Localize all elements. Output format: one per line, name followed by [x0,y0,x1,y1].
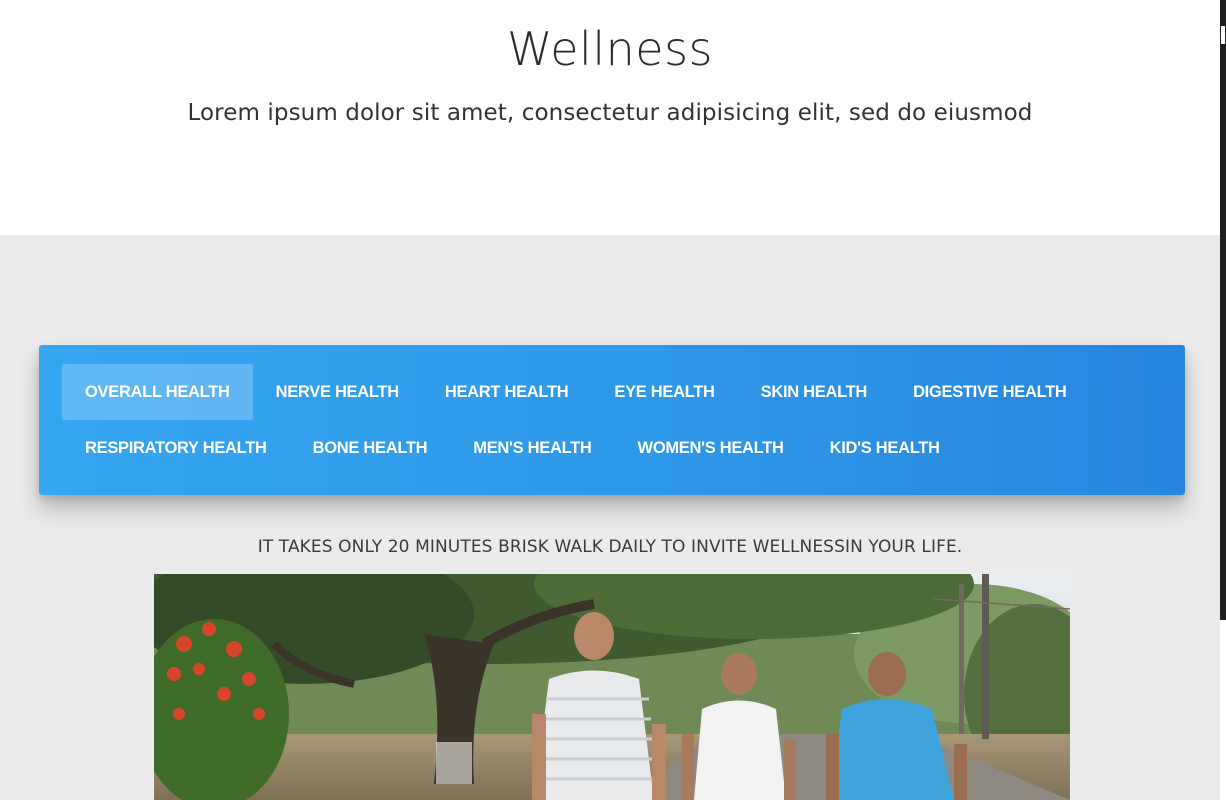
tab-row-2: RESPIRATORY HEALTH BONE HEALTH MEN'S HEA… [62,420,963,476]
tab-kids-health[interactable]: KID'S HEALTH [807,420,963,476]
header-section: Wellness Lorem ipsum dolor sit amet, con… [0,0,1220,235]
tab-womens-health[interactable]: WOMEN'S HEALTH [615,420,807,476]
tab-respiratory-health[interactable]: RESPIRATORY HEALTH [62,420,290,476]
tab-digestive-health[interactable]: DIGESTIVE HEALTH [890,364,1090,420]
window-edge [1220,0,1226,620]
tab-bone-health[interactable]: BONE HEALTH [290,420,451,476]
health-tabs-bar: OVERALL HEALTH NERVE HEALTH HEART HEALTH… [39,345,1185,495]
page: Wellness Lorem ipsum dolor sit amet, con… [0,0,1226,800]
tab-skin-health[interactable]: SKIN HEALTH [738,364,890,420]
page-title: Wellness [506,22,714,76]
tab-content-tagline: IT TAKES ONLY 20 MINUTES BRISK WALK DAIL… [257,537,963,557]
tab-overall-health[interactable]: OVERALL HEALTH [62,364,253,420]
page-subtitle: Lorem ipsum dolor sit amet, consectetur … [187,100,1033,126]
content-section: OVERALL HEALTH NERVE HEALTH HEART HEALTH… [0,235,1220,800]
tab-heart-health[interactable]: HEART HEALTH [422,364,592,420]
tab-row-1: OVERALL HEALTH NERVE HEALTH HEART HEALTH… [62,364,1090,420]
tab-nerve-health[interactable]: NERVE HEALTH [253,364,422,420]
walking-photo [154,574,1070,800]
tab-mens-health[interactable]: MEN'S HEALTH [450,420,614,476]
tab-eye-health[interactable]: EYE HEALTH [591,364,737,420]
